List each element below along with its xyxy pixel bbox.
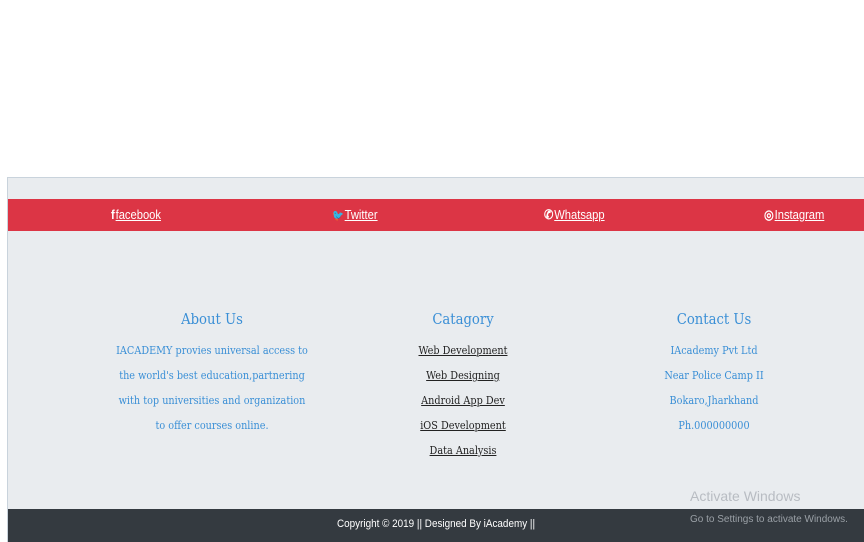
about-title: About Us (181, 310, 243, 328)
category-link-web-designing[interactable]: Web Designing (357, 363, 568, 388)
whatsapp-icon: ✆ (544, 207, 554, 222)
category-link-web-development[interactable]: Web Development (357, 338, 568, 363)
category-title: Catagory (432, 310, 494, 328)
whatsapp-link[interactable]: ✆Whatsapp (544, 199, 605, 231)
category-link-android-app-dev[interactable]: Android App Dev (357, 388, 568, 413)
instagram-link[interactable]: ◎Instagram (764, 199, 824, 231)
about-line: IACADEMY provies universal access to (116, 344, 308, 357)
about-section: About Us IACADEMY provies universal acce… (92, 310, 332, 438)
twitter-link[interactable]: 🐦Twitter (332, 199, 378, 231)
facebook-icon: f (111, 207, 115, 222)
contact-section: Contact Us IAcademy Pvt Ltd Near Police … (594, 310, 834, 438)
activate-windows-subtitle: Go to Settings to activate Windows. (690, 514, 848, 525)
contact-line: Ph.000000000 (678, 419, 750, 432)
instagram-icon: ◎ (764, 207, 774, 222)
instagram-label: Instagram (774, 207, 825, 222)
about-line: the world's best education,partnering (119, 369, 305, 382)
twitter-label: Twitter (344, 207, 378, 222)
facebook-label: facebook (115, 207, 161, 222)
facebook-link[interactable]: ffacebook (111, 199, 161, 231)
about-line: with top universities and organization (118, 394, 306, 407)
social-bar: ffacebook 🐦Twitter ✆Whatsapp ◎Instagram (8, 199, 864, 231)
about-line: to offer courses online. (155, 419, 269, 432)
category-section: Catagory Web Development Web Designing A… (343, 310, 583, 463)
contact-line: IAcademy Pvt Ltd (670, 344, 758, 357)
contact-line: Near Police Camp II (664, 369, 764, 382)
activate-windows-title: Activate Windows (690, 488, 801, 504)
contact-line: Bokaro,Jharkhand (669, 394, 759, 407)
contact-title: Contact Us (676, 310, 752, 328)
whatsapp-label: Whatsapp (554, 207, 605, 222)
category-link-ios-development[interactable]: iOS Development (357, 413, 568, 438)
category-link-data-analysis[interactable]: Data Analysis (357, 438, 568, 463)
twitter-icon: 🐦 (332, 210, 344, 222)
